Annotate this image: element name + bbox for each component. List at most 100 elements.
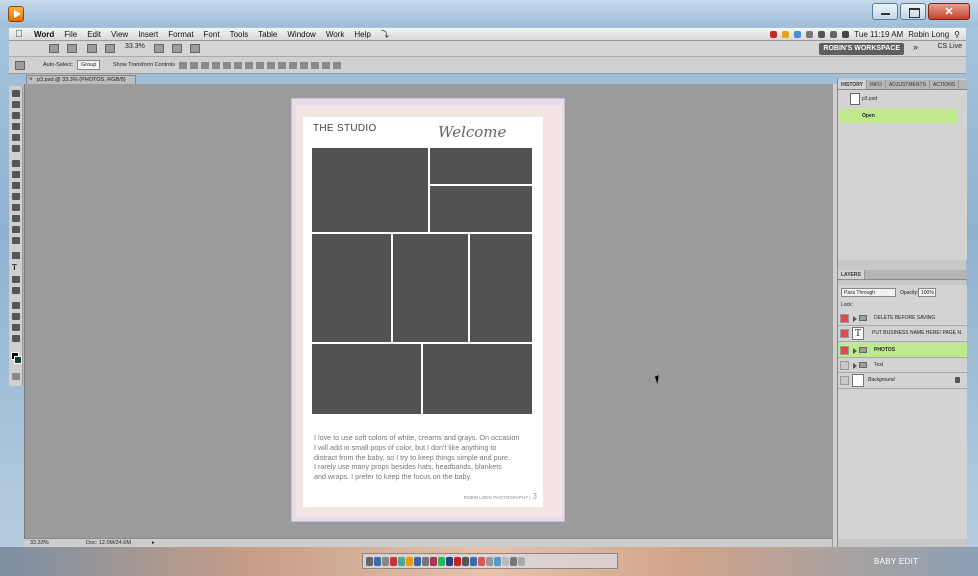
menu-view[interactable]: View [106,30,133,39]
close-document-icon[interactable]: × [29,76,33,84]
status-menu-arrow-icon[interactable]: ▸ [152,539,155,547]
photo-placeholder-8[interactable] [423,344,532,414]
dock-app-icon[interactable] [366,556,373,566]
tab-actions[interactable]: ACTIONS [930,80,960,89]
zoom-level[interactable]: 33.3% [125,43,145,50]
bridge-icon[interactable] [49,44,59,53]
dock-app-icon[interactable] [454,556,461,566]
photo-placeholder-6[interactable] [470,234,532,342]
3d-orbit-tool-icon[interactable] [12,313,20,320]
dock-app-icon[interactable] [374,556,381,566]
move-tool-preset-icon[interactable] [15,61,25,70]
photo-placeholder-1[interactable] [312,148,428,232]
crop-tool-icon[interactable] [12,134,20,141]
hand-tool-icon[interactable] [154,44,164,53]
dock-app-icon[interactable] [406,556,413,566]
auto-select-checkbox-label[interactable]: Auto-Select: [43,62,73,68]
minibridge-icon[interactable] [67,44,77,53]
status-zoom[interactable]: 33.33% [30,539,49,547]
3d-rotate-tool-icon[interactable] [12,302,20,309]
quick-mask-icon[interactable] [12,373,20,380]
document-page[interactable]: THE STUDIO Welcome I love to use soft co… [291,98,565,522]
history-snapshot[interactable]: p3.psd [840,92,958,106]
arrange-documents-icon[interactable] [172,44,182,53]
document-tab[interactable]: × p3.psd @ 33.3% (PHOTOS, RGB/8) [26,75,136,84]
dock-app-icon[interactable] [462,556,469,566]
expand-arrow-icon[interactable] [853,363,857,369]
dodge-tool-icon[interactable] [12,237,20,244]
auto-select-dropdown[interactable]: Group [77,60,101,70]
script-menu-icon[interactable]: ⤵ [376,29,394,40]
bluetooth-icon[interactable] [806,31,814,38]
background-color-swatch[interactable] [14,356,22,364]
dock-app-icon[interactable] [422,556,429,566]
photo-placeholder-2[interactable] [430,148,532,184]
layer-row[interactable]: T PUT BUSINESS NAME HERE! PAGE N... [838,326,967,342]
view-extras-icon[interactable] [105,44,115,53]
menu-clock[interactable]: Tue 11:19 AM [854,30,903,39]
shape-tool-icon[interactable] [12,287,20,294]
wifi-icon[interactable] [830,31,838,38]
minimize-button[interactable] [872,3,898,20]
close-button[interactable] [928,3,970,20]
eyedropper-tool-icon[interactable] [12,145,20,152]
dock-app-icon[interactable] [390,556,397,566]
menu-app-name[interactable]: Word [29,30,59,39]
dock-app-icon[interactable] [502,556,509,566]
menu-table[interactable]: Table [253,30,282,39]
apple-menu-icon[interactable]:  [9,29,29,40]
visibility-eye-icon[interactable] [840,376,849,385]
guides-icon[interactable] [87,44,97,53]
clone-stamp-tool-icon[interactable] [12,182,20,189]
time-machine-icon[interactable] [818,31,826,38]
dock-app-icon[interactable] [398,556,405,566]
visibility-eye-icon[interactable] [840,314,849,323]
blend-mode-dropdown[interactable]: Pass Through [841,288,896,297]
photo-placeholder-4[interactable] [312,234,391,342]
dock-app-icon[interactable] [430,556,437,566]
zoom-tool-icon[interactable] [12,335,20,342]
dock-app-icon[interactable] [470,556,477,566]
dock-app-icon[interactable] [486,556,493,566]
menu-tools[interactable]: Tools [225,30,254,39]
layer-row[interactable]: Text [838,358,967,373]
growl-icon[interactable] [782,31,790,38]
cs-live-button[interactable]: CS Live [937,43,962,50]
workspace-more-icon[interactable]: » [913,42,918,52]
dock-app-icon[interactable] [518,556,525,566]
canvas-area[interactable]: THE STUDIO Welcome I love to use soft co… [24,84,832,538]
dock-app-icon[interactable] [510,556,517,566]
spotlight-icon[interactable]: ⚲ [954,30,960,39]
layer-row[interactable]: Background [838,373,967,389]
record-icon[interactable] [770,31,778,38]
battery-icon[interactable] [842,31,850,38]
tab-info[interactable]: INFO [867,80,886,89]
menu-user[interactable]: Robin Long [908,30,949,39]
layer-row[interactable]: PHOTOS [838,343,967,358]
menu-work[interactable]: Work [321,30,350,39]
quick-select-tool-icon[interactable] [12,123,20,130]
opacity-field[interactable]: 100% [918,288,936,297]
dock-app-icon[interactable] [446,556,453,566]
layer-row[interactable]: DELETE BEFORE SAVING [838,311,967,326]
show-transform-controls-checkbox[interactable]: Show Transform Controls [113,62,175,68]
screen-mode-icon[interactable] [190,44,200,53]
menu-font[interactable]: Font [199,30,225,39]
move-tool-icon[interactable] [12,90,20,97]
marquee-tool-icon[interactable] [12,101,20,108]
menu-edit[interactable]: Edit [82,30,106,39]
expand-arrow-icon[interactable] [853,316,857,322]
history-brush-tool-icon[interactable] [12,193,20,200]
healing-tool-icon[interactable] [12,160,20,167]
eraser-tool-icon[interactable] [12,204,20,211]
visibility-eye-icon[interactable] [840,346,849,355]
visibility-eye-icon[interactable] [840,361,849,370]
menu-file[interactable]: File [59,30,82,39]
workspace-switcher[interactable]: ROBIN'S WORKSPACE [819,43,904,55]
align-distribute-icons[interactable] [179,62,341,69]
photo-placeholder-5[interactable] [393,234,468,342]
photo-placeholder-7[interactable] [312,344,421,414]
menu-window[interactable]: Window [282,30,320,39]
maximize-button[interactable] [900,3,926,20]
expand-arrow-icon[interactable] [853,348,857,354]
